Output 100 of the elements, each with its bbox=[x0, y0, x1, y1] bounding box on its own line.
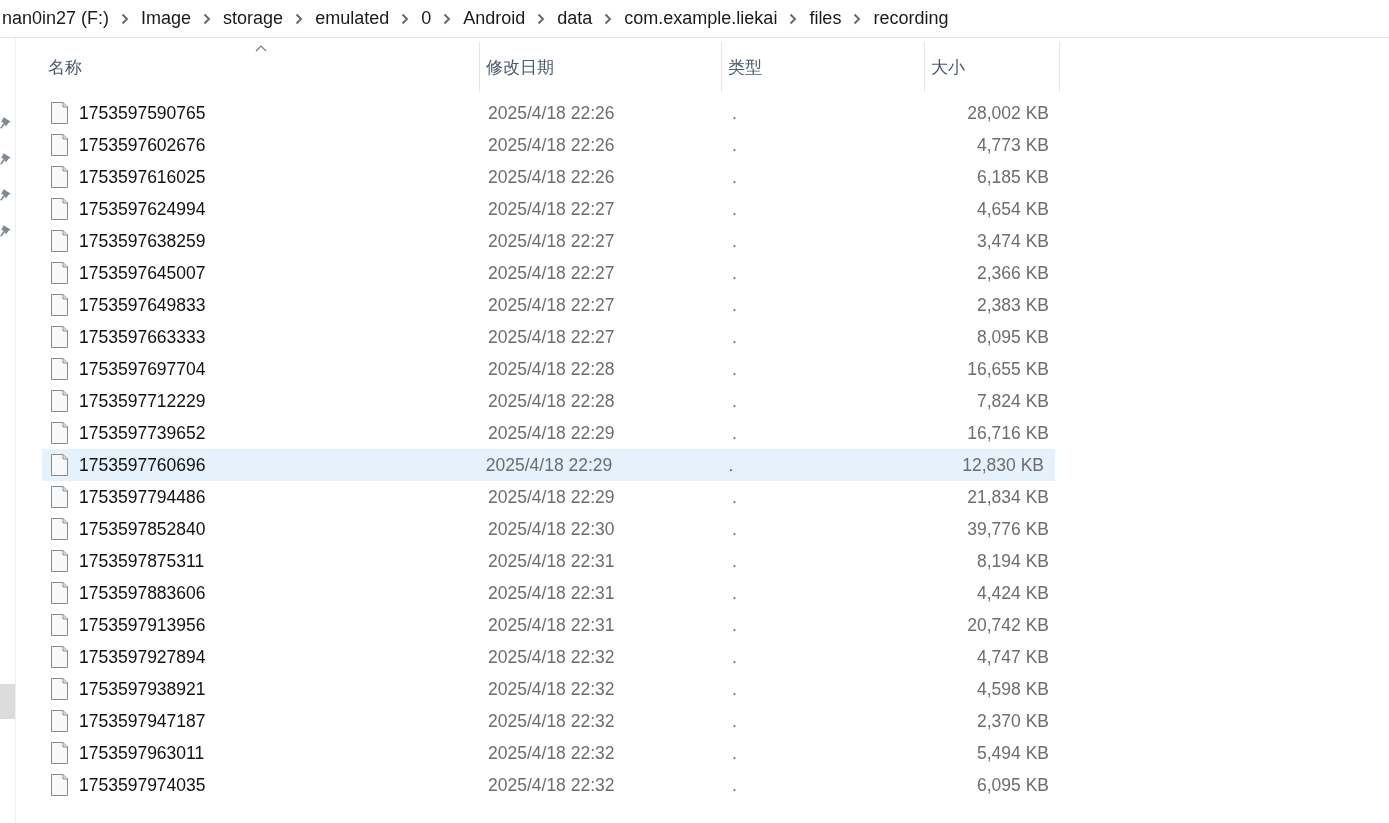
file-row[interactable]: 1753597645007 2025/4/18 22:27 . 2,366 KB bbox=[42, 257, 1062, 289]
file-row[interactable]: 1753597938921 2025/4/18 22:32 . 4,598 KB bbox=[42, 673, 1062, 705]
file-icon bbox=[51, 454, 68, 476]
file-type: . bbox=[732, 230, 737, 252]
file-name: 1753597602676 bbox=[79, 134, 206, 156]
file-name: 1753597875311 bbox=[79, 550, 205, 572]
file-size: 16,716 KB bbox=[967, 422, 1049, 444]
file-size: 21,834 KB bbox=[967, 486, 1049, 508]
file-size: 8,095 KB bbox=[977, 326, 1049, 348]
breadcrumb-item[interactable]: Android bbox=[463, 8, 526, 29]
chevron-right-icon bbox=[537, 12, 546, 25]
file-icon bbox=[51, 166, 68, 188]
file-row[interactable]: 1753597739652 2025/4/18 22:29 . 16,716 KB bbox=[42, 417, 1062, 449]
breadcrumb-item[interactable]: data bbox=[557, 8, 593, 29]
file-icon bbox=[51, 358, 68, 380]
breadcrumb-item[interactable]: emulated bbox=[315, 8, 390, 29]
file-name: 1753597590765 bbox=[79, 102, 206, 124]
modified-date: 2025/4/18 22:27 bbox=[488, 230, 615, 252]
file-icon bbox=[51, 646, 68, 668]
file-row[interactable]: 1753597602676 2025/4/18 22:26 . 4,773 KB bbox=[42, 129, 1062, 161]
file-icon bbox=[51, 550, 68, 572]
file-size: 4,773 KB bbox=[977, 134, 1049, 156]
chevron-right-icon bbox=[789, 12, 798, 25]
file-size: 4,747 KB bbox=[977, 646, 1049, 668]
file-row[interactable]: 1753597974035 2025/4/18 22:32 . 6,095 KB bbox=[42, 769, 1062, 801]
file-icon bbox=[51, 486, 68, 508]
file-row[interactable]: 1753597663333 2025/4/18 22:27 . 8,095 KB bbox=[42, 321, 1062, 353]
file-icon bbox=[51, 614, 68, 636]
file-type: . bbox=[732, 390, 737, 412]
modified-date: 2025/4/18 22:29 bbox=[488, 422, 615, 444]
file-row[interactable]: 1753597590765 2025/4/18 22:26 . 28,002 KB bbox=[42, 97, 1062, 129]
file-row[interactable]: 1753597794486 2025/4/18 22:29 . 21,834 KB bbox=[42, 481, 1062, 513]
column-header[interactable]: 名称 bbox=[42, 42, 480, 92]
file-row[interactable]: 1753597624994 2025/4/18 22:27 . 4,654 KB bbox=[42, 193, 1062, 225]
file-type: . bbox=[732, 422, 737, 444]
file-size: 4,598 KB bbox=[977, 678, 1049, 700]
modified-date: 2025/4/18 22:27 bbox=[488, 294, 615, 316]
modified-date: 2025/4/18 22:29 bbox=[488, 486, 615, 508]
file-type: . bbox=[732, 358, 737, 380]
file-name: 1753597739652 bbox=[79, 422, 206, 444]
file-row[interactable]: 1753597963011 2025/4/18 22:32 . 5,494 KB bbox=[42, 737, 1062, 769]
modified-date: 2025/4/18 22:32 bbox=[488, 710, 615, 732]
file-row[interactable]: 1753597927894 2025/4/18 22:32 . 4,747 KB bbox=[42, 641, 1062, 673]
chevron-right-icon bbox=[295, 12, 304, 25]
file-row[interactable]: 1753597649833 2025/4/18 22:27 . 2,383 KB bbox=[42, 289, 1062, 321]
file-icon bbox=[51, 326, 68, 348]
file-size: 2,366 KB bbox=[977, 262, 1049, 284]
file-icon bbox=[51, 518, 68, 540]
file-icon bbox=[51, 710, 68, 732]
scrollbar-thumb[interactable] bbox=[0, 684, 15, 719]
file-row[interactable]: 1753597760696 2025/4/18 22:29 . 12,830 KB bbox=[42, 449, 1055, 481]
breadcrumb-item[interactable]: Image bbox=[141, 8, 192, 29]
breadcrumb-item[interactable]: com.example.liekai bbox=[624, 8, 778, 29]
file-name: 1753597974035 bbox=[79, 774, 206, 796]
file-name: 1753597712229 bbox=[79, 390, 206, 412]
file-type: . bbox=[732, 486, 737, 508]
file-icon bbox=[51, 742, 68, 764]
file-row[interactable]: 1753597616025 2025/4/18 22:26 . 6,185 KB bbox=[42, 161, 1062, 193]
file-size: 2,370 KB bbox=[977, 710, 1049, 732]
file-name: 1753597645007 bbox=[79, 262, 206, 284]
file-row[interactable]: 1753597638259 2025/4/18 22:27 . 3,474 KB bbox=[42, 225, 1062, 257]
file-row[interactable]: 1753597852840 2025/4/18 22:30 . 39,776 KB bbox=[42, 513, 1062, 545]
file-row[interactable]: 1753597875311 2025/4/18 22:31 . 8,194 KB bbox=[42, 545, 1062, 577]
sort-ascending-icon bbox=[254, 45, 267, 52]
breadcrumb-item[interactable]: recording bbox=[873, 8, 949, 29]
modified-date: 2025/4/18 22:31 bbox=[488, 550, 615, 572]
modified-date: 2025/4/18 22:28 bbox=[488, 358, 615, 380]
file-name: 1753597697704 bbox=[79, 358, 206, 380]
file-size: 6,095 KB bbox=[977, 774, 1049, 796]
modified-date: 2025/4/18 22:31 bbox=[488, 614, 615, 636]
file-size: 8,194 KB bbox=[977, 550, 1049, 572]
file-row[interactable]: 1753597883606 2025/4/18 22:31 . 4,424 KB bbox=[42, 577, 1062, 609]
file-name: 1753597852840 bbox=[79, 518, 206, 540]
column-header[interactable]: 类型 bbox=[722, 42, 925, 92]
file-row[interactable]: 1753597697704 2025/4/18 22:28 . 16,655 KB bbox=[42, 353, 1062, 385]
file-name: 1753597638259 bbox=[79, 230, 206, 252]
modified-date: 2025/4/18 22:26 bbox=[488, 102, 615, 124]
file-type: . bbox=[732, 774, 737, 796]
file-size: 4,654 KB bbox=[977, 198, 1049, 220]
file-icon bbox=[51, 294, 68, 316]
modified-date: 2025/4/18 22:27 bbox=[488, 326, 615, 348]
modified-date: 2025/4/18 22:29 bbox=[485, 454, 613, 476]
file-row[interactable]: 1753597712229 2025/4/18 22:28 . 7,824 KB bbox=[42, 385, 1062, 417]
breadcrumb-item[interactable]: 0 bbox=[421, 8, 432, 29]
breadcrumb-item[interactable]: storage bbox=[223, 8, 284, 29]
file-size: 6,185 KB bbox=[977, 166, 1049, 188]
file-size: 39,776 KB bbox=[967, 518, 1049, 540]
file-row[interactable]: 1753597913956 2025/4/18 22:31 . 20,742 KB bbox=[42, 609, 1062, 641]
modified-date: 2025/4/18 22:32 bbox=[488, 646, 615, 668]
file-name: 1753597663333 bbox=[79, 326, 206, 348]
column-header[interactable]: 修改日期 bbox=[480, 42, 722, 92]
file-size: 4,424 KB bbox=[977, 582, 1049, 604]
file-icon bbox=[51, 198, 68, 220]
breadcrumb-item[interactable]: nan0in27 (F:) bbox=[2, 8, 110, 29]
column-header[interactable]: 大小 bbox=[925, 42, 1060, 92]
pin-icon bbox=[0, 152, 12, 166]
breadcrumb-item[interactable]: files bbox=[809, 8, 842, 29]
file-row[interactable]: 1753597947187 2025/4/18 22:32 . 2,370 KB bbox=[42, 705, 1062, 737]
modified-date: 2025/4/18 22:32 bbox=[488, 678, 615, 700]
pin-icon bbox=[0, 188, 12, 202]
